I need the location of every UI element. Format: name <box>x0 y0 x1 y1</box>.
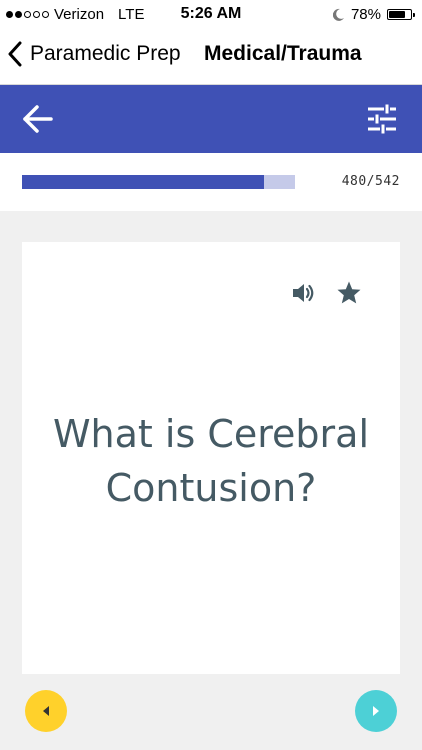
progress-section: 480/542 <box>0 153 422 211</box>
flashcard[interactable]: What is Cerebral Contusion? <box>22 242 400 674</box>
question-text: What is Cerebral Contusion? <box>52 412 370 510</box>
progress-bar <box>22 175 295 189</box>
next-card-button[interactable] <box>355 690 397 732</box>
arrow-left-icon[interactable] <box>22 104 54 134</box>
caret-left-icon <box>43 706 49 716</box>
speaker-icon[interactable] <box>290 280 316 306</box>
chevron-left-icon <box>8 41 22 67</box>
app-toolbar <box>0 85 422 153</box>
star-icon[interactable] <box>336 280 362 306</box>
battery-percent: 78% <box>350 6 381 23</box>
page-title: Medical/Trauma <box>204 42 362 65</box>
nav-back-button[interactable]: Paramedic Prep <box>8 41 181 67</box>
sliders-icon[interactable] <box>366 104 398 134</box>
battery-fill <box>389 11 405 18</box>
caret-right-icon <box>373 706 379 716</box>
progress-count: 480/542 <box>341 174 400 189</box>
nav-back-label: Paramedic Prep <box>30 42 181 65</box>
previous-card-button[interactable] <box>25 690 67 732</box>
card-actions <box>290 280 362 306</box>
status-bar: Verizon LTE 5:26 AM 78% <box>0 0 422 30</box>
progress-fill <box>22 175 264 189</box>
moon-icon <box>332 8 344 21</box>
navigation-bar: Paramedic Prep Medical/Trauma <box>0 30 422 85</box>
battery-icon <box>387 9 415 20</box>
battery-tip <box>413 13 415 17</box>
status-right: 78% <box>332 6 415 23</box>
